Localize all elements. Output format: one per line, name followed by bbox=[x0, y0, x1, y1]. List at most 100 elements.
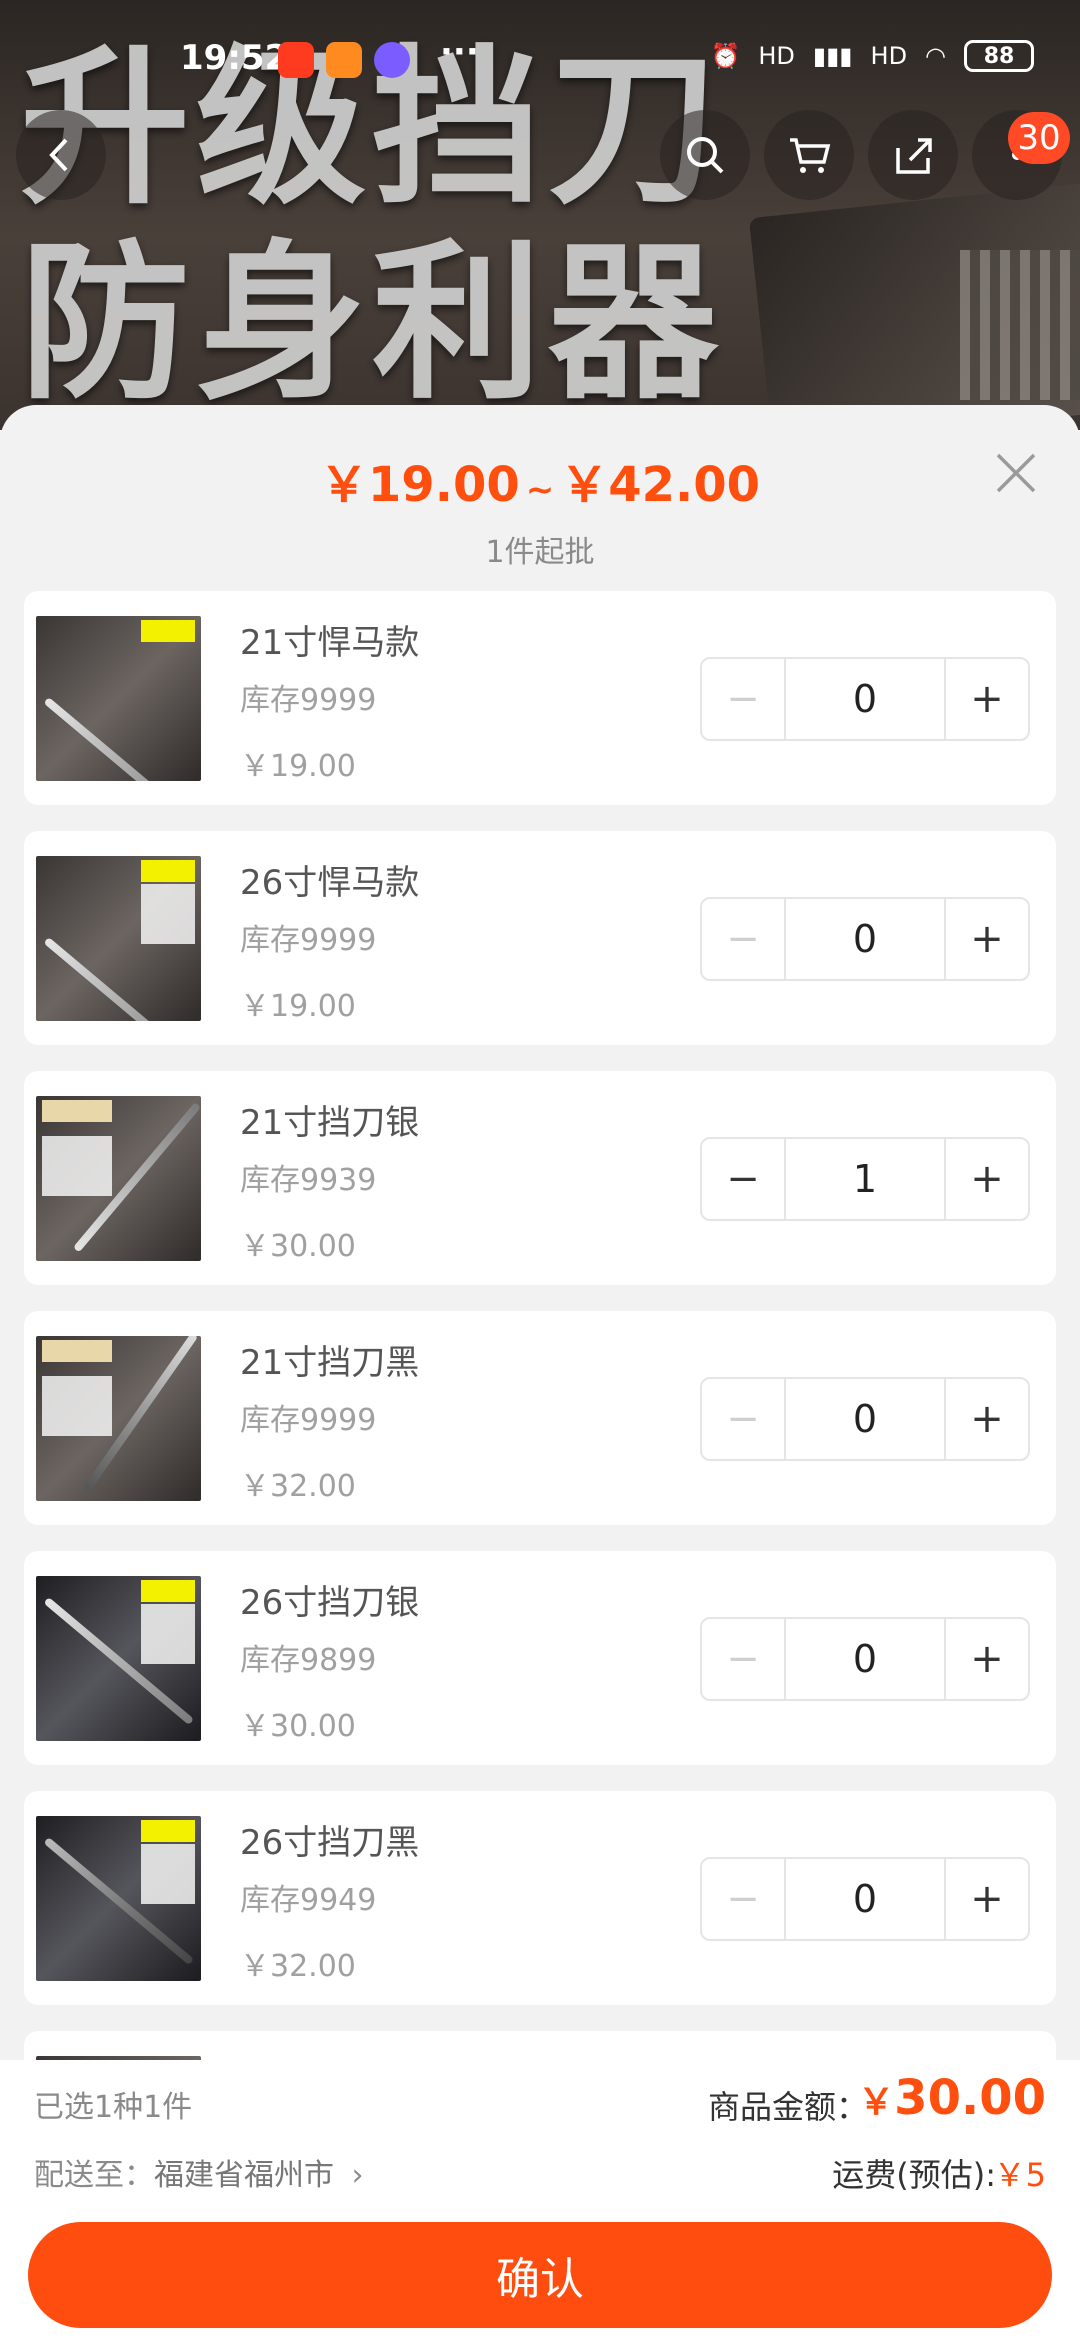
share-icon bbox=[896, 138, 932, 174]
sku-title: 26寸悍马款 bbox=[240, 863, 420, 903]
price-separator: ~ bbox=[525, 470, 555, 510]
cart-icon bbox=[790, 138, 831, 173]
quantity-value[interactable]: 0 bbox=[784, 1379, 946, 1459]
amount-label: 商品金额： bbox=[707, 2088, 868, 2126]
status-right: ⏰ HD ▮▮▮ HD ◠ 88 bbox=[710, 40, 1034, 72]
shipping-fee-value: ￥5 bbox=[993, 2156, 1046, 2194]
sku-selector-sheet: ￥19.00 ~ ￥42.00 1件起批 21寸悍马款 库存9999 ￥19.00 … bbox=[0, 405, 1080, 2340]
increase-button[interactable]: + bbox=[946, 1139, 1028, 1219]
order-summary-footer: 已选1种1件 商品金额： ￥30.00 配送至：福建省福州市 › 运费(预估):… bbox=[0, 2060, 1080, 2340]
quantity-value[interactable]: 0 bbox=[784, 1859, 946, 1939]
sku-price: ￥19.00 bbox=[240, 989, 356, 1024]
sku-price: ￥19.00 bbox=[240, 749, 356, 784]
quantity-value[interactable]: 1 bbox=[784, 1139, 946, 1219]
sku-title: 21寸悍马款 bbox=[240, 623, 420, 663]
sku-card: 26寸悍马款 库存9999 ￥19.00 − 0 + bbox=[24, 831, 1056, 1045]
status-time: 19:52 bbox=[180, 38, 289, 78]
ship-to[interactable]: 配送至：福建省福州市 › bbox=[34, 2150, 364, 2194]
wifi-icon: ◠ bbox=[925, 42, 946, 70]
sku-thumbnail[interactable] bbox=[36, 1096, 201, 1261]
decrease-button[interactable]: − bbox=[702, 1859, 784, 1939]
price-max: ￥42.00 bbox=[560, 457, 761, 513]
decrease-button[interactable]: − bbox=[702, 659, 784, 739]
sku-stock: 库存9949 bbox=[240, 1883, 377, 1918]
status-bar: 19:52 ··· ⏰ HD ▮▮▮ HD ◠ 88 bbox=[0, 28, 1080, 98]
quantity-value[interactable]: 0 bbox=[784, 1619, 946, 1699]
sku-stock: 库存9939 bbox=[240, 1163, 377, 1198]
search-button[interactable] bbox=[660, 110, 750, 200]
sku-card: 21寸悍马款 库存9999 ￥19.00 − 0 + bbox=[24, 591, 1056, 805]
minimum-order-label: 1件起批 bbox=[485, 535, 595, 570]
sku-stock: 库存9999 bbox=[240, 683, 377, 718]
taobao-app-icon bbox=[278, 42, 314, 78]
quantity-value[interactable]: 0 bbox=[784, 659, 946, 739]
increase-button[interactable]: + bbox=[946, 1859, 1028, 1939]
sku-thumbnail[interactable] bbox=[36, 616, 201, 781]
quantity-stepper: − 0 + bbox=[700, 897, 1030, 981]
shipping-fee-label: 运费(预估): bbox=[832, 2156, 996, 2194]
quantity-stepper: − 0 + bbox=[700, 1617, 1030, 1701]
sku-thumbnail[interactable] bbox=[36, 856, 201, 1021]
amount-value: ￥30.00 bbox=[858, 2070, 1046, 2126]
quantity-stepper: − 0 + bbox=[700, 657, 1030, 741]
price-min: ￥19.00 bbox=[319, 457, 520, 513]
sku-card: 26寸挡刀黑 库存9949 ￥32.00 − 0 + bbox=[24, 1791, 1056, 2005]
increase-button[interactable]: + bbox=[946, 899, 1028, 979]
quantity-stepper: − 1 + bbox=[700, 1137, 1030, 1221]
confirm-button[interactable]: 确认 bbox=[28, 2222, 1052, 2328]
sku-thumbnail[interactable] bbox=[36, 1336, 201, 1501]
sku-title: 26寸挡刀银 bbox=[240, 1583, 420, 1623]
hero-line-2: 防身利器 bbox=[20, 225, 725, 423]
price-range: ￥19.00 ~ ￥42.00 bbox=[0, 445, 1080, 515]
alarm-icon: ⏰ bbox=[710, 42, 741, 70]
quantity-stepper: − 0 + bbox=[700, 1857, 1030, 1941]
shopping-app-icon bbox=[326, 42, 362, 78]
decrease-button[interactable]: − bbox=[702, 1619, 784, 1699]
sku-card: 26寸挡刀银 库存9899 ￥30.00 − 0 + bbox=[24, 1551, 1056, 1765]
back-button[interactable] bbox=[16, 110, 106, 200]
signal-hd-label: HD bbox=[758, 42, 795, 70]
battery-icon: 88 bbox=[964, 40, 1034, 72]
cart-button[interactable] bbox=[764, 110, 854, 200]
sku-price: ￥30.00 bbox=[240, 1709, 356, 1744]
sku-stock: 库存9899 bbox=[240, 1643, 377, 1678]
sku-price: ￥32.00 bbox=[240, 1469, 356, 1504]
signal-hd-label-2: HD bbox=[870, 42, 908, 70]
increase-button[interactable]: + bbox=[946, 1379, 1028, 1459]
decrease-button[interactable]: − bbox=[702, 1139, 784, 1219]
amount-number: 30.00 bbox=[894, 2070, 1046, 2126]
search-icon bbox=[687, 137, 724, 174]
quantity-stepper: − 0 + bbox=[700, 1377, 1030, 1461]
amount-currency: ￥ bbox=[858, 2082, 895, 2123]
battery-level: 88 bbox=[983, 43, 1015, 69]
back-arrow-icon bbox=[49, 138, 68, 172]
sku-price: ￥32.00 bbox=[240, 1949, 356, 1984]
sku-thumbnail[interactable] bbox=[36, 1816, 201, 1981]
close-icon[interactable] bbox=[986, 443, 1046, 503]
sku-card: 21寸挡刀黑 库存9999 ￥32.00 − 0 + bbox=[24, 1311, 1056, 1525]
sku-title: 21寸挡刀黑 bbox=[240, 1343, 420, 1383]
decrease-button[interactable]: − bbox=[702, 1379, 784, 1459]
sku-title: 21寸挡刀银 bbox=[240, 1103, 420, 1143]
sku-list: 21寸悍马款 库存9999 ￥19.00 − 0 + 26寸悍马款 库存9999… bbox=[24, 591, 1056, 2271]
sku-price: ￥30.00 bbox=[240, 1229, 356, 1264]
sku-stock: 库存9999 bbox=[240, 923, 377, 958]
increase-button[interactable]: + bbox=[946, 659, 1028, 739]
cart-count-badge: 30 bbox=[1008, 112, 1070, 164]
sku-thumbnail[interactable] bbox=[36, 1576, 201, 1741]
ship-to-city: 福建省福州市 bbox=[154, 2158, 334, 2193]
sku-title: 26寸挡刀黑 bbox=[240, 1823, 420, 1863]
increase-button[interactable]: + bbox=[946, 1619, 1028, 1699]
ship-to-label: 配送至： bbox=[34, 2158, 154, 2193]
sku-stock: 库存9999 bbox=[240, 1403, 377, 1438]
signal-bars-icon: ▮▮▮ bbox=[812, 42, 853, 70]
selected-count: 已选1种1件 bbox=[34, 2090, 193, 2125]
share-button[interactable] bbox=[868, 110, 958, 200]
hero-prop-detail bbox=[960, 250, 1080, 400]
assistant-app-icon bbox=[374, 42, 410, 78]
more-notifications-icon: ··· bbox=[440, 32, 479, 72]
sku-card: 21寸挡刀银 库存9939 ￥30.00 − 1 + bbox=[24, 1071, 1056, 1285]
decrease-button[interactable]: − bbox=[702, 899, 784, 979]
quantity-value[interactable]: 0 bbox=[784, 899, 946, 979]
chevron-right-icon: › bbox=[351, 2158, 364, 2193]
